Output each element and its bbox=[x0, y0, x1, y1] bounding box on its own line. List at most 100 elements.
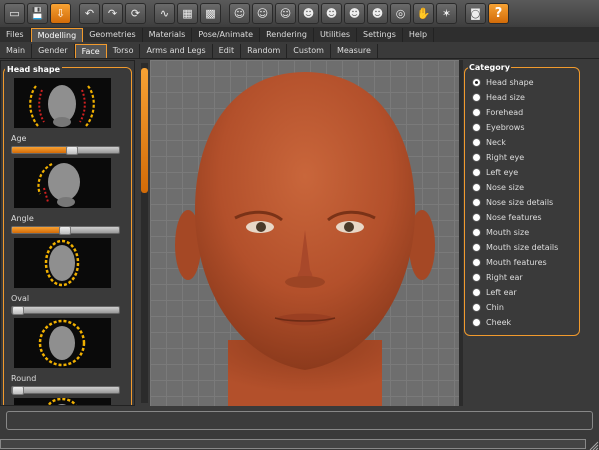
subtab-torso[interactable]: Torso bbox=[107, 44, 141, 58]
angle-slider[interactable] bbox=[11, 226, 120, 235]
category-option-left-ear[interactable]: Left ear bbox=[472, 288, 517, 297]
radio-button[interactable] bbox=[472, 123, 481, 132]
category-option-cheek[interactable]: Cheek bbox=[472, 318, 511, 327]
age-thumbnail[interactable] bbox=[14, 78, 111, 128]
round-slider-handle[interactable] bbox=[12, 386, 24, 395]
radio-button[interactable] bbox=[472, 153, 481, 162]
radio-button[interactable] bbox=[472, 108, 481, 117]
radio-button[interactable] bbox=[472, 243, 481, 252]
subtab-main[interactable]: Main bbox=[0, 44, 33, 58]
left-panel-scroll-thumb[interactable] bbox=[141, 68, 148, 193]
tab-modelling[interactable]: Modelling bbox=[30, 28, 84, 42]
radio-button[interactable] bbox=[472, 258, 481, 267]
category-option-mouth-size[interactable]: Mouth size bbox=[472, 228, 529, 237]
age-slider[interactable] bbox=[11, 146, 120, 155]
face-mask-icon[interactable]: ◎ bbox=[390, 3, 411, 24]
category-option-head-shape[interactable]: Head shape bbox=[472, 78, 534, 87]
radio-button[interactable] bbox=[472, 288, 481, 297]
radio-button[interactable] bbox=[472, 138, 481, 147]
model-viewport[interactable] bbox=[150, 60, 459, 406]
category-option-label: Nose features bbox=[486, 213, 542, 222]
smooth-icon[interactable]: ∿ bbox=[154, 3, 175, 24]
head-shape-title: Head shape bbox=[5, 65, 63, 74]
pose-hands-icon[interactable]: ✋ bbox=[413, 3, 434, 24]
round-thumbnail[interactable] bbox=[14, 318, 111, 368]
tab-materials[interactable]: Materials bbox=[143, 28, 193, 42]
radio-button[interactable] bbox=[472, 93, 481, 102]
top-view-icon[interactable]: ☺ bbox=[275, 3, 296, 24]
head-back-icon[interactable]: ☻ bbox=[321, 3, 342, 24]
left-panel-scrollbar[interactable] bbox=[141, 63, 148, 403]
radio-button[interactable] bbox=[472, 318, 481, 327]
tab-help[interactable]: Help bbox=[403, 28, 435, 42]
category-option-head-size[interactable]: Head size bbox=[472, 93, 525, 102]
tab-files[interactable]: Files bbox=[0, 28, 31, 42]
category-option-mouth-features[interactable]: Mouth features bbox=[472, 258, 547, 267]
category-option-right-eye[interactable]: Right eye bbox=[472, 153, 524, 162]
tab-geometries[interactable]: Geometries bbox=[83, 28, 143, 42]
next-thumbnail[interactable] bbox=[14, 397, 111, 405]
category-option-label: Mouth features bbox=[486, 258, 547, 267]
subtab-measure[interactable]: Measure bbox=[331, 44, 378, 58]
oval-thumbnail[interactable] bbox=[14, 238, 111, 288]
category-option-nose-size[interactable]: Nose size bbox=[472, 183, 524, 192]
oval-slider[interactable] bbox=[11, 306, 120, 315]
tab-settings[interactable]: Settings bbox=[357, 28, 403, 42]
category-option-label: Cheek bbox=[486, 318, 512, 327]
window-icon[interactable]: ▭ bbox=[4, 3, 25, 24]
subtab-random[interactable]: Random bbox=[241, 44, 288, 58]
subtab-face[interactable]: Face bbox=[74, 44, 107, 58]
category-option-nose-size-details[interactable]: Nose size details bbox=[472, 198, 553, 207]
category-option-forehead[interactable]: Forehead bbox=[472, 108, 523, 117]
angle-item: Angle bbox=[11, 158, 123, 235]
background-icon[interactable]: ▩ bbox=[200, 3, 221, 24]
age-slider-handle[interactable] bbox=[65, 146, 78, 155]
category-option-nose-features[interactable]: Nose features bbox=[472, 213, 542, 222]
skeleton-icon[interactable]: ✶ bbox=[436, 3, 457, 24]
radio-button[interactable] bbox=[472, 213, 481, 222]
left-view-icon[interactable]: ☺ bbox=[252, 3, 273, 24]
category-option-chin[interactable]: Chin bbox=[472, 303, 504, 312]
category-option-label: Forehead bbox=[486, 108, 524, 117]
head-left-icon[interactable]: ☻ bbox=[344, 3, 365, 24]
undo-icon[interactable]: ↶ bbox=[79, 3, 100, 24]
radio-button[interactable] bbox=[472, 78, 481, 87]
subtab-edit[interactable]: Edit bbox=[213, 44, 242, 58]
angle-thumbnail[interactable] bbox=[14, 158, 111, 208]
radio-button[interactable] bbox=[472, 273, 481, 282]
angle-slider-handle[interactable] bbox=[59, 226, 72, 235]
wireframe-icon[interactable]: ▦ bbox=[177, 3, 198, 24]
resize-grip-icon[interactable] bbox=[589, 441, 599, 450]
tab-pose-animate[interactable]: Pose/Animate bbox=[192, 28, 261, 42]
tab-utilities[interactable]: Utilities bbox=[314, 28, 358, 42]
category-option-mouth-size-details[interactable]: Mouth size details bbox=[472, 243, 558, 252]
round-slider[interactable] bbox=[11, 386, 120, 395]
head-right-icon[interactable]: ☻ bbox=[367, 3, 388, 24]
tab-rendering[interactable]: Rendering bbox=[260, 28, 314, 42]
category-option-label: Left ear bbox=[486, 288, 517, 297]
radio-button[interactable] bbox=[472, 303, 481, 312]
angle-slider-fill bbox=[12, 227, 66, 233]
redo-icon[interactable]: ↷ bbox=[102, 3, 123, 24]
reset-icon[interactable]: ⟳ bbox=[125, 3, 146, 24]
export-icon[interactable]: ⇩ bbox=[50, 3, 71, 24]
radio-button[interactable] bbox=[472, 198, 481, 207]
category-option-eyebrows[interactable]: Eyebrows bbox=[472, 123, 525, 132]
head-front-icon[interactable]: ☻ bbox=[298, 3, 319, 24]
category-option-left-eye[interactable]: Left eye bbox=[472, 168, 518, 177]
status-field[interactable] bbox=[6, 411, 593, 430]
radio-button[interactable] bbox=[472, 183, 481, 192]
radio-button[interactable] bbox=[472, 168, 481, 177]
oval-slider-handle[interactable] bbox=[12, 306, 24, 315]
front-view-icon[interactable]: ☺ bbox=[229, 3, 250, 24]
subtab-gender[interactable]: Gender bbox=[32, 44, 75, 58]
radio-button[interactable] bbox=[472, 228, 481, 237]
subtab-arms-and-legs[interactable]: Arms and Legs bbox=[140, 44, 213, 58]
category-option-label: Mouth size details bbox=[486, 243, 559, 252]
screenshot-icon[interactable]: ◙ bbox=[465, 3, 486, 24]
subtab-custom[interactable]: Custom bbox=[287, 44, 331, 58]
save-icon[interactable]: 💾 bbox=[27, 3, 48, 24]
category-option-neck[interactable]: Neck bbox=[472, 138, 506, 147]
help-icon[interactable]: ? bbox=[488, 3, 509, 24]
category-option-right-ear[interactable]: Right ear bbox=[472, 273, 523, 282]
